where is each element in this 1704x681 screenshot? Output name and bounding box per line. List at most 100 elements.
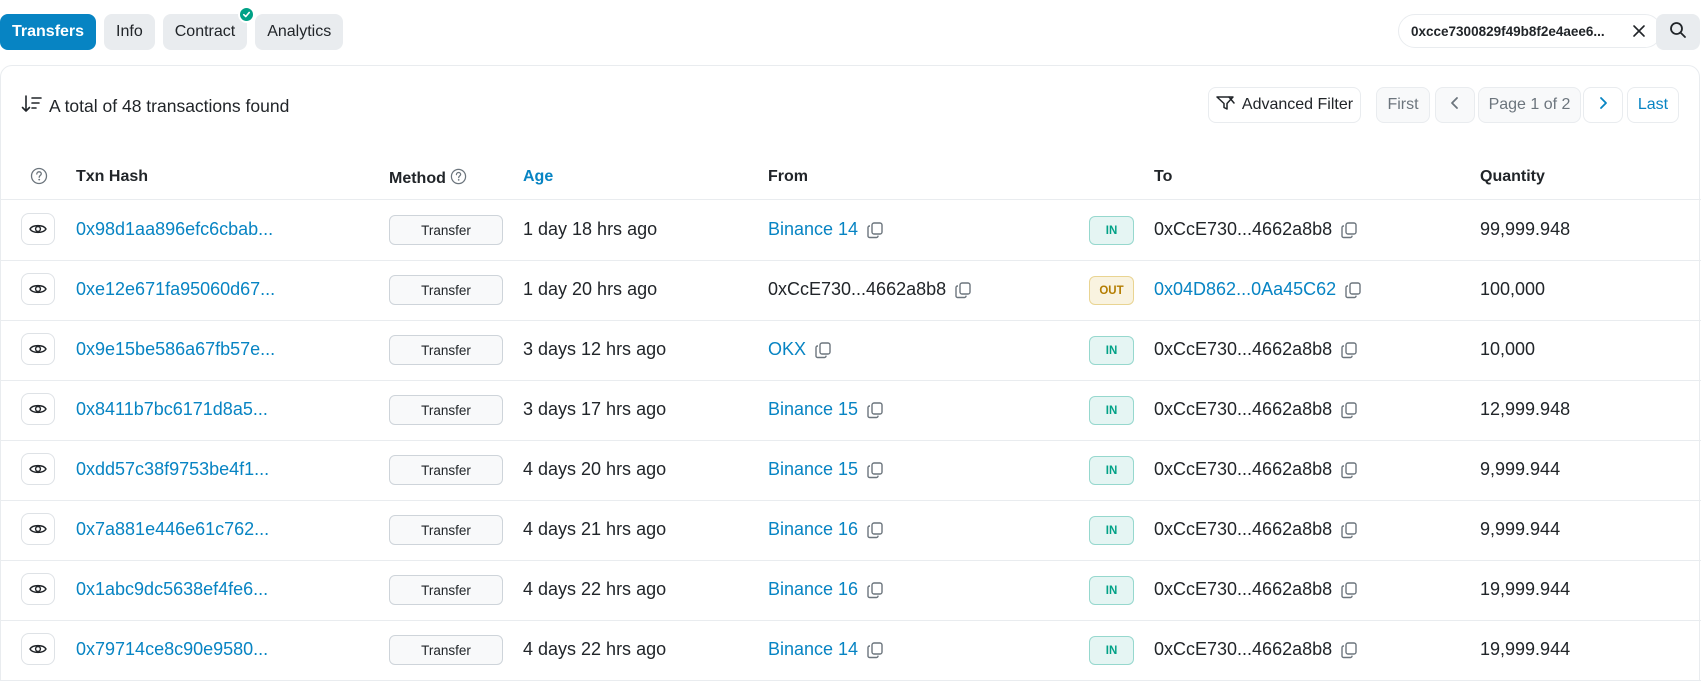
first-page-button[interactable]: First <box>1376 87 1430 123</box>
previous-page-button[interactable] <box>1435 87 1475 123</box>
check-icon <box>238 6 256 23</box>
table-row: 0xe12e671fa95060d67... Transfer 1 day 20 h… <box>1 261 1701 321</box>
from-cell: Binance 15 <box>768 459 884 480</box>
age-value: 3 days 12 hrs ago <box>523 339 667 359</box>
sort-icon[interactable] <box>21 94 43 119</box>
to-cell: 0xCcE730...4662a8b8 <box>1154 219 1358 240</box>
copy-icon[interactable] <box>1344 281 1362 299</box>
copy-icon[interactable] <box>1340 341 1358 359</box>
copy-icon[interactable] <box>866 461 884 479</box>
close-icon[interactable] <box>1627 19 1651 43</box>
tab-transfers[interactable]: Transfers <box>0 14 97 50</box>
copy-icon[interactable] <box>1340 641 1358 659</box>
txn-hash-link[interactable]: 0x1abc9dc5638ef4fe6... <box>76 579 268 600</box>
age-value: 1 day 18 hrs ago <box>523 219 658 239</box>
from-address[interactable]: Binance 14 <box>768 639 858 660</box>
table-row: 0x8411b7bc6171d8a5... Transfer 3 days 17 h… <box>1 381 1701 441</box>
chevron-left-icon <box>1449 96 1461 115</box>
from-address[interactable]: Binance 16 <box>768 579 858 600</box>
table-row: 0x79714ce8c90e9580... Transfer 4 days 22 h… <box>1 621 1701 681</box>
to-address: 0xCcE730...4662a8b8 <box>1154 519 1333 539</box>
to-address: 0xCcE730...4662a8b8 <box>1154 219 1333 239</box>
search-address: 0xcce7300829f49b8f2e4aee6... <box>1411 23 1605 39</box>
eye-icon[interactable] <box>21 513 55 545</box>
copy-icon[interactable] <box>866 221 884 239</box>
copy-icon[interactable] <box>1340 461 1358 479</box>
tab-info[interactable]: Info <box>104 14 155 50</box>
txn-hash-link[interactable]: 0x98d1aa896efc6cbab... <box>76 219 273 240</box>
column-header-txn-hash: Txn Hash <box>76 168 149 185</box>
direction-badge: IN <box>1089 336 1134 365</box>
filter-icon <box>1216 95 1236 116</box>
copy-icon[interactable] <box>1340 221 1358 239</box>
eye-icon[interactable] <box>21 333 55 365</box>
direction-badge: IN <box>1089 636 1134 665</box>
method-badge: Transfer <box>389 395 503 425</box>
to-cell: 0xCcE730...4662a8b8 <box>1154 579 1358 600</box>
from-address[interactable]: Binance 15 <box>768 399 858 420</box>
method-badge: Transfer <box>389 575 503 605</box>
from-address[interactable]: OKX <box>768 339 806 360</box>
to-address[interactable]: 0x04D862...0Aa45C62 <box>1154 279 1336 300</box>
copy-icon[interactable] <box>814 341 832 359</box>
from-cell: Binance 16 <box>768 519 884 540</box>
txn-hash-link[interactable]: 0x9e15be586a67fb57e... <box>76 339 275 360</box>
advanced-filter-button[interactable]: Advanced Filter <box>1208 87 1361 123</box>
age-value: 4 days 20 hrs ago <box>523 459 667 479</box>
search-button[interactable] <box>1656 14 1700 50</box>
copy-icon[interactable] <box>1340 521 1358 539</box>
to-address: 0xCcE730...4662a8b8 <box>1154 639 1333 659</box>
direction-badge: IN <box>1089 456 1134 485</box>
eye-icon[interactable] <box>21 573 55 605</box>
quantity-value: 19,999.944 <box>1480 639 1571 659</box>
method-badge: Transfer <box>389 275 503 305</box>
help-icon[interactable] <box>30 167 48 190</box>
column-header-age[interactable]: Age <box>523 168 553 186</box>
copy-icon[interactable] <box>866 521 884 539</box>
eye-icon[interactable] <box>21 453 55 485</box>
age-value: 4 days 22 hrs ago <box>523 579 667 599</box>
from-address: 0xCcE730...4662a8b8 <box>768 279 947 299</box>
from-cell: Binance 14 <box>768 219 884 240</box>
age-value: 4 days 21 hrs ago <box>523 519 667 539</box>
help-icon[interactable] <box>450 168 467 190</box>
txn-hash-link[interactable]: 0x7a881e446e61c762... <box>76 519 269 540</box>
from-cell: OKX <box>768 339 832 360</box>
to-cell: 0xCcE730...4662a8b8 <box>1154 519 1358 540</box>
last-page-label: Last <box>1637 96 1669 113</box>
copy-icon[interactable] <box>866 401 884 419</box>
to-address: 0xCcE730...4662a8b8 <box>1154 579 1333 599</box>
txn-hash-link[interactable]: 0x79714ce8c90e9580... <box>76 639 268 660</box>
tab-analytics[interactable]: Analytics <box>255 14 344 50</box>
from-address[interactable]: Binance 14 <box>768 219 858 240</box>
copy-icon[interactable] <box>1340 581 1358 599</box>
column-header-from: From <box>768 168 808 185</box>
txn-hash-link[interactable]: 0x8411b7bc6171d8a5... <box>76 399 268 420</box>
txn-hash-link[interactable]: 0xe12e671fa95060d67... <box>76 279 275 300</box>
txn-hash-link[interactable]: 0xdd57c38f9753be4f1... <box>76 459 269 480</box>
tab-contract[interactable]: Contract <box>162 6 256 50</box>
last-page-button[interactable]: Last <box>1627 87 1679 123</box>
to-address: 0xCcE730...4662a8b8 <box>1154 339 1333 359</box>
chevron-right-icon <box>1597 96 1609 115</box>
tab-label: Contract <box>174 23 236 40</box>
copy-icon[interactable] <box>954 281 972 299</box>
age-value: 4 days 22 hrs ago <box>523 639 667 659</box>
copy-icon[interactable] <box>1340 401 1358 419</box>
next-page-button[interactable] <box>1583 87 1623 123</box>
from-address[interactable]: Binance 15 <box>768 459 858 480</box>
first-page-label: First <box>1387 96 1419 113</box>
table-row: 0xdd57c38f9753be4f1... Transfer 4 days 20 … <box>1 441 1701 501</box>
copy-icon[interactable] <box>866 641 884 659</box>
eye-icon[interactable] <box>21 213 55 245</box>
eye-icon[interactable] <box>21 393 55 425</box>
eye-icon[interactable] <box>21 633 55 665</box>
direction-badge: IN <box>1089 576 1134 605</box>
eye-icon[interactable] <box>21 273 55 305</box>
table-row: 0x98d1aa896efc6cbab... Transfer 1 day 18 h… <box>1 201 1701 261</box>
to-cell: 0x04D862...0Aa45C62 <box>1154 279 1362 300</box>
from-address[interactable]: Binance 16 <box>768 519 858 540</box>
copy-icon[interactable] <box>866 581 884 599</box>
address-search-filter[interactable]: 0xcce7300829f49b8f2e4aee6... <box>1398 14 1662 48</box>
table-row: 0x9e15be586a67fb57e... Transfer 3 days 12 … <box>1 321 1701 381</box>
